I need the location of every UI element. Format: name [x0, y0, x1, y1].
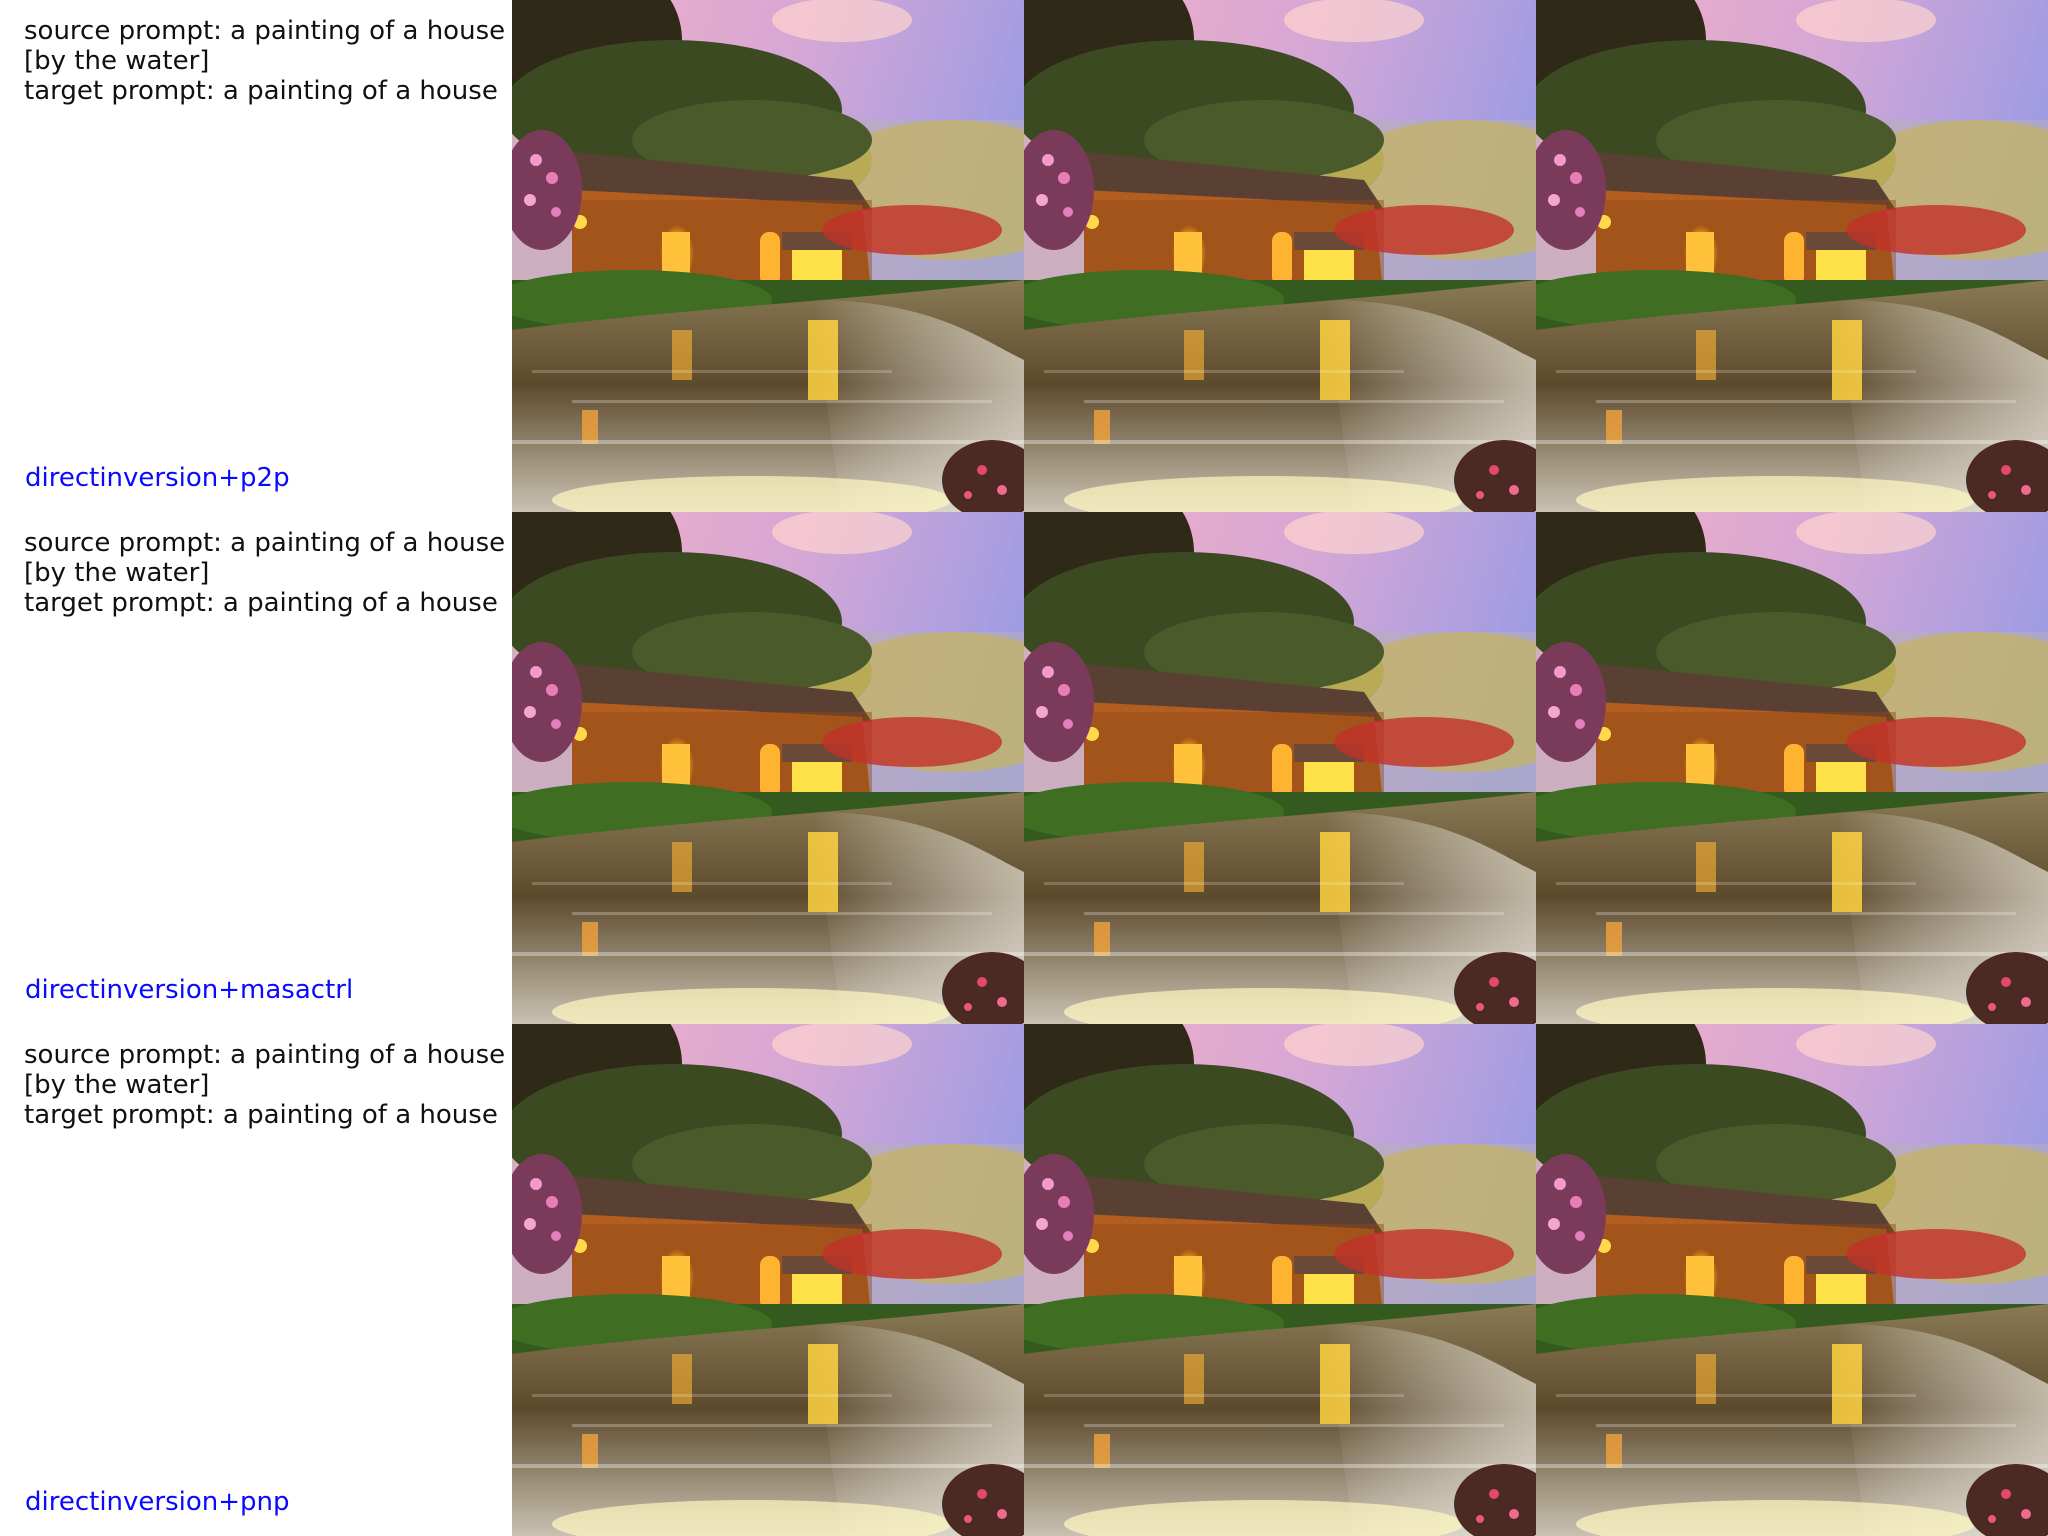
reconstruction-image	[1024, 512, 1536, 1024]
source-prompt-edit-word: [by the water]	[24, 46, 210, 76]
target-prompt: target prompt: a painting of a house	[24, 76, 498, 106]
prompt-text: source prompt: a painting of a house [by …	[24, 1040, 505, 1130]
prompt-text: source prompt: a painting of a house [by …	[24, 16, 505, 106]
method-label: directinversion+pnp	[25, 1487, 290, 1517]
edited-image	[1536, 512, 2048, 1024]
method-label: directinversion+p2p	[25, 463, 290, 493]
house-by-water-painting	[512, 512, 1024, 1024]
house-by-water-painting	[1536, 512, 2048, 1024]
source-prompt: source prompt: a painting of a house	[24, 1040, 506, 1070]
row-caption: source prompt: a painting of a house [by …	[0, 1024, 512, 1536]
result-row: source prompt: a painting of a house [by …	[0, 1024, 2048, 1536]
source-prompt: source prompt: a painting of a house	[24, 528, 506, 558]
house-by-water-painting	[512, 0, 1024, 512]
reconstruction-image	[1024, 1024, 1536, 1536]
source-prompt-edit-word: [by the water]	[24, 558, 210, 588]
method-label: directinversion+masactrl	[25, 975, 354, 1005]
source-image	[512, 0, 1024, 512]
result-row: source prompt: a painting of a house [by …	[0, 512, 2048, 1024]
result-row: source prompt: a painting of a house [by …	[0, 0, 2048, 512]
edited-image	[1536, 0, 2048, 512]
house-by-water-painting	[1024, 1024, 1536, 1536]
source-prompt-edit-word: [by the water]	[24, 1070, 210, 1100]
source-image	[512, 1024, 1024, 1536]
target-prompt: target prompt: a painting of a house	[24, 588, 498, 618]
source-image	[512, 512, 1024, 1024]
house-by-water-painting	[512, 1024, 1024, 1536]
reconstruction-image	[1024, 0, 1536, 512]
house-by-water-painting	[1024, 512, 1536, 1024]
house-by-water-painting	[1024, 0, 1536, 512]
edited-image	[1536, 1024, 2048, 1536]
row-caption: source prompt: a painting of a house [by …	[0, 512, 512, 1024]
row-caption: source prompt: a painting of a house [by …	[0, 0, 512, 512]
prompt-text: source prompt: a painting of a house [by …	[24, 528, 505, 618]
house-by-water-painting	[1536, 0, 2048, 512]
source-prompt: source prompt: a painting of a house	[24, 16, 506, 46]
house-by-water-painting	[1536, 1024, 2048, 1536]
target-prompt: target prompt: a painting of a house	[24, 1100, 498, 1130]
